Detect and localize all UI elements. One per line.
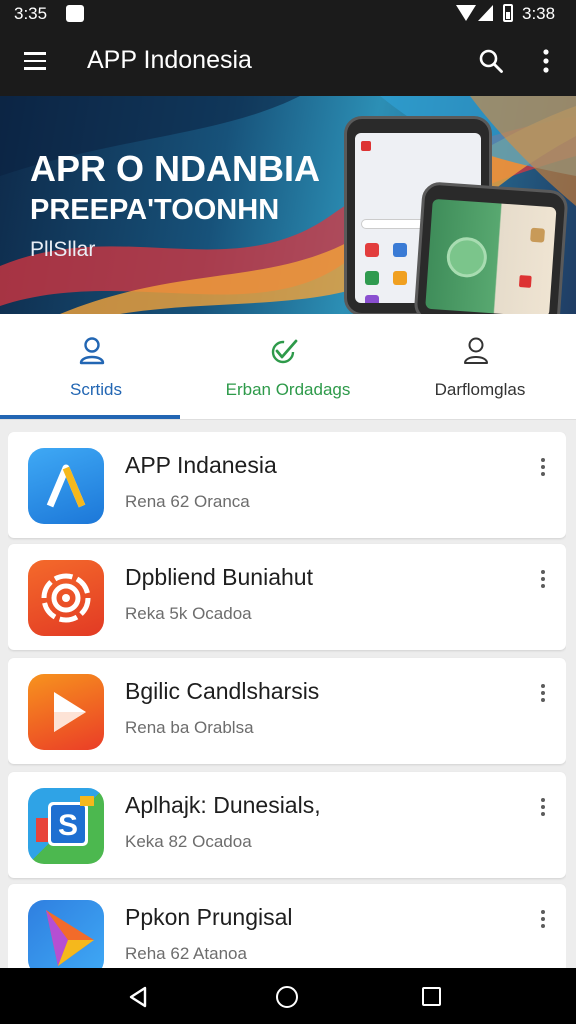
a-logo-icon (28, 448, 104, 524)
tab-label: Darflomglas (434, 380, 526, 399)
back-icon[interactable] (128, 986, 148, 1008)
signal-icon (478, 5, 493, 21)
app-name: Ppkon Prungisal (125, 904, 293, 930)
person-icon (79, 337, 105, 365)
app-name: Bgilic Candlsharsis (125, 678, 320, 704)
s-logo-icon: S (28, 788, 104, 864)
app-subtitle: Rena ba Orablsa (125, 718, 254, 737)
more-options-icon[interactable] (536, 798, 550, 820)
more-options-icon[interactable] (536, 684, 550, 706)
overflow-menu-icon[interactable] (536, 48, 556, 74)
target-logo-icon (28, 560, 104, 636)
system-navigation-bar (0, 968, 576, 1024)
svg-text:S: S (58, 809, 78, 842)
app-list: APP Indanesia Rena 62 Oranca Dpbliend Bu… (8, 432, 566, 968)
more-options-icon[interactable] (536, 458, 550, 480)
status-time-left: 3:35 (14, 4, 48, 23)
battery-icon (503, 4, 513, 22)
play-logo-icon (28, 674, 104, 750)
list-item[interactable]: APP Indanesia Rena 62 Oranca (8, 432, 566, 538)
more-options-icon[interactable] (536, 570, 550, 592)
app-bar: APP Indonesia (0, 28, 576, 96)
wifi-icon (456, 5, 476, 21)
tab-label: Scrtids (70, 380, 122, 399)
status-bar: 3:35 3:38 (0, 0, 576, 28)
notification-icon (66, 5, 84, 22)
app-name: Dpbliend Buniahut (125, 564, 313, 590)
list-item[interactable]: Ppkon Prungisal Reha 62 Atanoa (8, 884, 566, 968)
banner-caption: PllSllar (30, 238, 96, 261)
hamburger-menu-icon[interactable] (24, 52, 46, 70)
app-name: Aplhajk: Dunesials, (125, 792, 321, 818)
promo-banner[interactable]: APR O NDANBIA PREEPA'TOONHN PllSllar (0, 96, 576, 314)
list-item[interactable]: Dpbliend Buniahut Reka 5k Ocadoa (8, 544, 566, 650)
more-options-icon[interactable] (536, 910, 550, 932)
app-name: APP Indanesia (125, 452, 277, 478)
list-item[interactable]: S Aplhajk: Dunesials, Keka 82 Ocadoa (8, 772, 566, 878)
banner-subheadline: PREEPA'TOONHN (30, 194, 280, 226)
active-tab-indicator (0, 415, 180, 419)
checkmark-icon (271, 339, 298, 364)
list-item[interactable]: Bgilic Candlsharsis Rena ba Orablsa (8, 658, 566, 764)
tab-darflomglas[interactable]: Darflomglas (384, 314, 576, 420)
app-subtitle: Reha 62 Atanoa (125, 944, 247, 963)
kite-logo-icon (28, 900, 104, 968)
tab-label: Erban Ordadags (225, 380, 351, 399)
app-title: APP Indonesia (87, 46, 252, 74)
app-subtitle: Reka 5k Ocadoa (125, 604, 252, 623)
search-icon[interactable] (478, 48, 504, 74)
banner-headline: APR O NDANBIA (30, 148, 321, 189)
app-subtitle: Keka 82 Ocadoa (125, 832, 252, 851)
recents-icon[interactable] (422, 987, 441, 1006)
tab-erban-ordadags[interactable]: Erban Ordadags (192, 314, 384, 420)
app-subtitle: Rena 62 Oranca (125, 492, 250, 511)
tab-scrtids[interactable]: Scrtids (0, 314, 192, 420)
home-icon[interactable] (276, 986, 298, 1008)
status-time-right: 3:38 (522, 4, 556, 23)
phone-illustration-front (413, 181, 569, 314)
person-outline-icon (464, 337, 488, 364)
tab-bar: Scrtids Erban Ordadags Darflomglas (0, 314, 576, 420)
